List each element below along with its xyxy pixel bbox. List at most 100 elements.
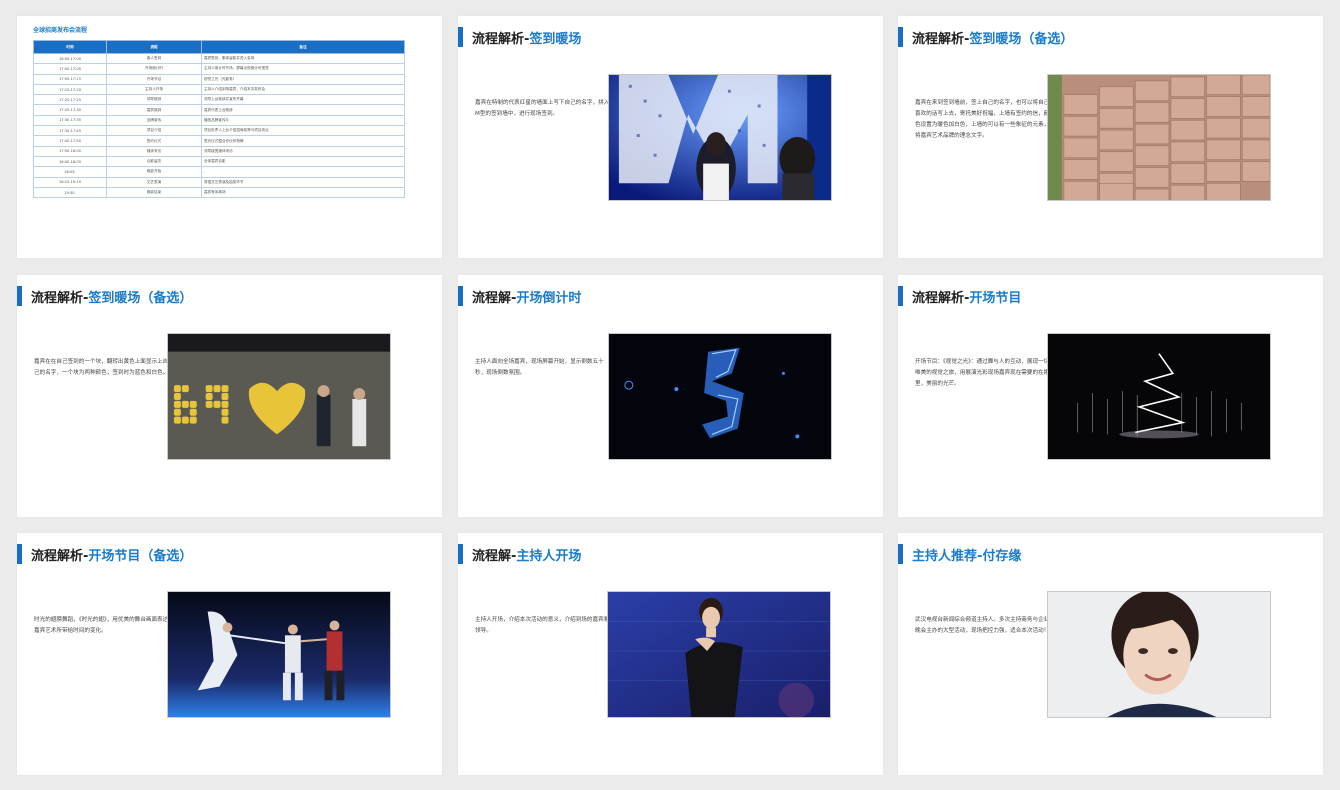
header-process: 流程 — [106, 40, 202, 54]
slide-host-opening[interactable]: 流程解- 主持人开场 主持人开场，介绍本次活动的意义，介绍到场的嘉宾和领导。 — [458, 533, 883, 775]
note-cell: 嘉宾代表上台致辞 — [201, 104, 405, 116]
process-cell: 晚宴结束 — [106, 186, 202, 199]
slide-title: 流程解析- 签到暖场 — [458, 26, 581, 48]
time-cell: 17:20-17:25 — [33, 94, 107, 106]
table-row: 17:20-17:25 领导致辞 领导上台致辞并宣布开幕 — [33, 94, 405, 106]
table-row: 17:05-17:15 开场节目 视觉之光（光影秀） — [33, 73, 405, 85]
slide-title: 流程解析- 开场节目（备选） — [17, 543, 192, 565]
title-accent-bar — [17, 286, 22, 306]
header-time: 时间 — [33, 40, 107, 54]
table-row: 18:05- 晚宴开始 - — [33, 166, 405, 178]
process-cell: 合影留念 — [106, 155, 202, 168]
title-accent-bar — [458, 286, 463, 306]
slide-description: 时光的翅膀舞蹈，《时光的翅》，用优美的舞台画面表达嘉宾艺术所带给时间的变化。 — [34, 617, 169, 634]
note-cell: 领导上台致辞并宣布开幕 — [201, 94, 405, 106]
note-cell: 全体嘉宾合影 — [201, 155, 405, 168]
time-cell: 18:00-18:05 — [33, 155, 107, 168]
process-cell: 客人签到 — [106, 52, 202, 65]
table-row: 17:00-17:05 开场倒计时 主持人倒计时开场，屏幕出现倒计时视觉 — [33, 63, 405, 75]
slide-checkin-alt-2[interactable]: 流程解析- 签到暖场（备选） 嘉宾在在自己签到的一个块，翻转出黄色上面显示上自己的… — [17, 275, 442, 517]
time-cell: 17:45-17:50 — [33, 135, 107, 147]
presenter-portrait-photo — [1047, 591, 1271, 718]
dance-photo — [167, 591, 391, 718]
process-cell: 开场节目 — [106, 73, 202, 85]
slide-description: 开场节目：《视觉之光》：通过舞与人的互动，展现一切唯美的视觉之旅，用展演光彩现场… — [915, 359, 1050, 387]
table-row: 17:45-17:50 签约仪式 签约仪式暨合作伙伴授牌 — [33, 135, 405, 147]
slide-checkin-alt-1[interactable]: 流程解析- 签到暖场（备选） 嘉宾在来到签到墙前，签上自己的名字，也可以将自己喜欢… — [898, 16, 1323, 258]
slide-description: 武汉电视台新闻综合频道主持人。多次主持商务与企业晚会主办的大型活动，现场把控力强… — [915, 617, 1050, 634]
slide-schedule[interactable]: 全球招商发布会流程 时间 流程 备注 16:00-17:00 客人签到 嘉宾签到，集… — [17, 16, 442, 258]
note-cell: 项目负责人上台介绍招商政策与项目亮点 — [201, 125, 405, 137]
table-row: 18:00-18:05 合影留念 全体嘉宾合影 — [33, 155, 405, 168]
process-cell: 开场倒计时 — [106, 63, 202, 75]
slide-title: 流程解析- 开场节目 — [898, 285, 1021, 307]
time-cell: 17:30-17:35 — [33, 114, 107, 127]
table-row: 16:00-17:00 客人签到 嘉宾签到，集体留影并进入会场 — [33, 52, 405, 65]
slide-description: 嘉宾在在自己签到的一个块，翻转出黄色上面显示上自己的名字，一个块为两种颜色，签到… — [34, 359, 169, 376]
note-cell: 视觉之光（光影秀） — [201, 73, 405, 85]
host-photo — [607, 591, 831, 718]
slide-description: 嘉宾在来到签到墙前，签上自己的名字，也可以将自己喜欢的话写上去，寄托美好祝福，上… — [915, 100, 1050, 139]
countdown-photo — [608, 333, 832, 460]
time-cell: 17:50-18:00 — [33, 145, 107, 157]
process-cell: 晚宴开始 — [106, 166, 202, 178]
time-cell: 17:25-17:30 — [33, 104, 107, 116]
time-cell: 19:30- — [33, 186, 107, 199]
light-show-photo — [1047, 333, 1271, 460]
time-cell: 18:10-19:10 — [33, 176, 107, 188]
signature-wall-photo — [608, 74, 832, 201]
time-cell: 17:35-17:45 — [33, 125, 107, 137]
slide-host-recommendation[interactable]: 主持人推荐-付存缘 武汉电视台新闻综合频道主持人。多次主持商务与企业晚会主办的大… — [898, 533, 1323, 775]
process-cell: 领导致辞 — [106, 94, 202, 106]
title-accent-bar — [458, 544, 463, 564]
schedule-table: 时间 流程 备注 16:00-17:00 客人签到 嘉宾签到，集体留影并进入会场 17… — [33, 40, 405, 199]
slide-description: 主持人开场，介绍本次活动的意义，介绍到场的嘉宾和领导。 — [475, 617, 610, 634]
note-cell: 穿插文艺表演及抽奖环节 — [201, 176, 405, 188]
title-accent-bar — [458, 27, 463, 47]
time-cell: 17:00-17:05 — [33, 63, 107, 75]
process-cell: 文艺表演 — [106, 176, 202, 188]
note-cell: 嘉宾签到，集体留影并进入会场 — [201, 52, 405, 65]
process-cell: 嘉宾致辞 — [106, 104, 202, 116]
light-board-photo — [167, 333, 391, 460]
table-row: 17:50-18:00 媒体采访 领导接受媒体采访 — [33, 145, 405, 157]
process-cell: 媒体采访 — [106, 145, 202, 157]
table-row: 17:25-17:30 嘉宾致辞 嘉宾代表上台致辞 — [33, 104, 405, 116]
slide-title: 流程解析- 签到暖场（备选） — [17, 285, 192, 307]
slide-opening-show-alt[interactable]: 流程解析- 开场节目（备选） 时光的翅膀舞蹈，《时光的翅》，用优美的舞台画面表达嘉… — [17, 533, 442, 775]
table-row: 17:35-17:45 项目介绍 项目负责人上台介绍招商政策与项目亮点 — [33, 125, 405, 137]
time-cell: 16:00-17:00 — [33, 52, 107, 65]
table-row: 17:30-17:35 品牌宣传 播放品牌宣传片 — [33, 114, 405, 127]
slide-opening-show[interactable]: 流程解析- 开场节目 开场节目：《视觉之光》：通过舞与人的互动，展现一切唯美的视觉… — [898, 275, 1323, 517]
note-cell: 播放品牌宣传片 — [201, 114, 405, 127]
schedule-title: 全球招商发布会流程 — [33, 27, 88, 34]
time-cell: 17:05-17:15 — [33, 73, 107, 85]
brick-wall-photo — [1047, 74, 1271, 201]
slide-title: 流程解- 主持人开场 — [458, 543, 581, 565]
time-cell: 17:15-17:20 — [33, 83, 107, 96]
title-accent-bar — [17, 544, 22, 564]
table-row: 17:15-17:20 主持人开场 主持人介绍到场嘉宾，介绍本次发布会 — [33, 83, 405, 96]
slide-countdown[interactable]: 流程解- 开场倒计时 主持人面向全场嘉宾，现场屏幕开始，显示倒数五十秒，现场倒数氛… — [458, 275, 883, 517]
note-cell: 主持人倒计时开场，屏幕出现倒计时视觉 — [201, 63, 405, 75]
note-cell: 嘉宾有序离场 — [201, 186, 405, 199]
process-cell: 主持人开场 — [106, 83, 202, 96]
slide-checkin[interactable]: 流程解析- 签到暖场 嘉宾在特制的代表红星的墙面上写下自己的名字，拼入M型的签到墙… — [458, 16, 883, 258]
process-cell: 品牌宣传 — [106, 114, 202, 127]
slide-title: 流程解- 开场倒计时 — [458, 285, 581, 307]
table-row: 19:30- 晚宴结束 嘉宾有序离场 — [33, 186, 405, 199]
note-cell: 领导接受媒体采访 — [201, 145, 405, 157]
header-note: 备注 — [201, 40, 405, 54]
note-cell: 签约仪式暨合作伙伴授牌 — [201, 135, 405, 147]
slide-title: 流程解析- 签到暖场（备选） — [898, 26, 1073, 48]
process-cell: 项目介绍 — [106, 125, 202, 137]
process-cell: 签约仪式 — [106, 135, 202, 147]
time-cell: 18:05- — [33, 166, 107, 178]
title-accent-bar — [898, 544, 903, 564]
title-accent-bar — [898, 27, 903, 47]
slide-description: 嘉宾在特制的代表红星的墙面上写下自己的名字，拼入M型的签到墙中，进行现场签到。 — [475, 100, 610, 117]
slide-title: 主持人推荐-付存缘 — [898, 543, 1021, 565]
note-cell: 主持人介绍到场嘉宾，介绍本次发布会 — [201, 83, 405, 96]
slide-description: 主持人面向全场嘉宾，现场屏幕开始，显示倒数五十秒，现场倒数氛围。 — [475, 359, 604, 376]
table-row: 18:10-19:10 文艺表演 穿插文艺表演及抽奖环节 — [33, 176, 405, 188]
